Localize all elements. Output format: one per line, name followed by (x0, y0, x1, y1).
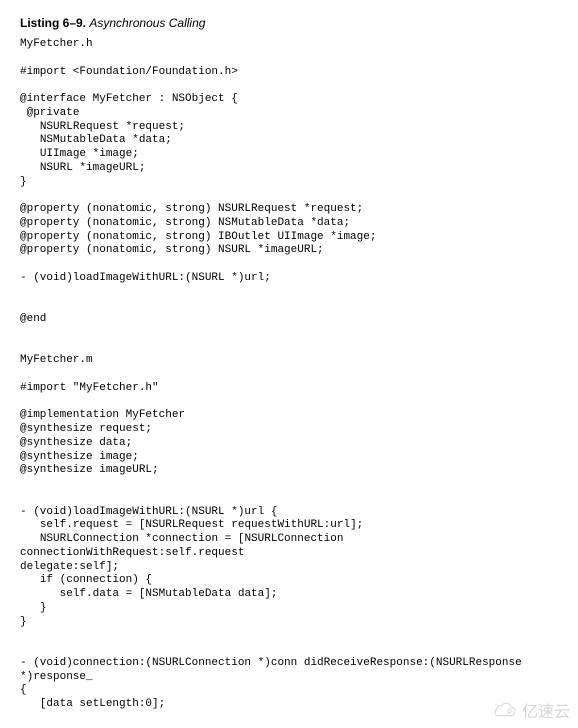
listing-title: Asynchronous Calling (89, 16, 205, 30)
cloud-icon (490, 701, 518, 719)
code-block: MyFetcher.h #import <Foundation/Foundati… (20, 38, 558, 712)
watermark: 亿速云 (490, 698, 570, 722)
listing-header: Listing 6–9. Asynchronous Calling (20, 16, 558, 30)
listing-number: Listing 6–9. (20, 16, 86, 30)
watermark-text: 亿速云 (522, 698, 570, 722)
